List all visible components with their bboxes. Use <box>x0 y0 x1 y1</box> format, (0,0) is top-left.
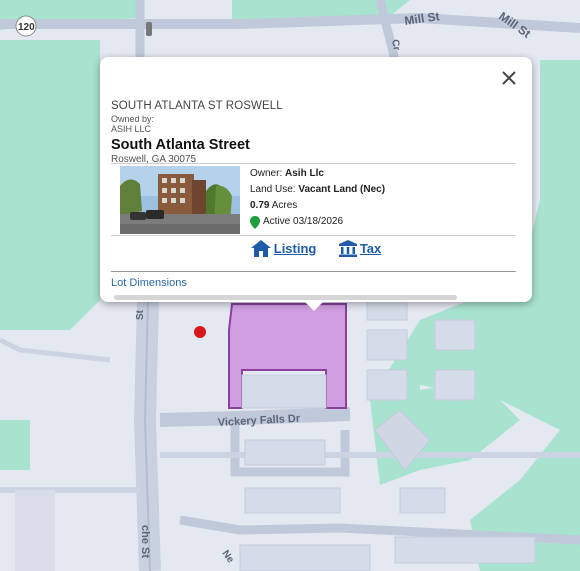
owner-name-small: ASIH LLC <box>111 124 152 134</box>
acres-row: 0.79 Acres <box>250 200 298 211</box>
property-popup: SOUTH ATLANTA ST ROSWELL Owned by: ASIH … <box>100 57 532 311</box>
che-st-label: che St <box>139 525 151 558</box>
owner-row: Owner: Asih Llc <box>250 168 324 179</box>
divider <box>111 235 516 236</box>
popup-pointer <box>304 301 324 311</box>
popup-links: Listing Tax <box>100 240 532 262</box>
location-pin-icon <box>250 215 260 229</box>
owned-by-label: Owned by: <box>111 114 155 124</box>
land-use-row: Land Use: Vacant Land (Nec) <box>250 184 386 195</box>
street-label: St <box>135 309 146 320</box>
tax-link[interactable]: Tax <box>338 240 381 257</box>
horizontal-scrollbar[interactable] <box>114 295 457 300</box>
divider <box>111 271 516 272</box>
property-photo[interactable] <box>120 166 240 234</box>
cross-street-label: Cr <box>389 39 402 52</box>
home-icon <box>250 240 271 257</box>
popup-header: SOUTH ATLANTA ST ROSWELL Owned by: ASIH … <box>111 100 516 165</box>
status-row: Active 03/18/2026 <box>250 214 385 230</box>
address-line: SOUTH ATLANTA ST ROSWELL <box>111 100 283 112</box>
divider <box>111 163 516 164</box>
owner-value: Asih Llc <box>285 168 324 179</box>
acres-value: 0.79 <box>250 200 270 211</box>
property-details: Owner: Asih Llc Land Use: Vacant Land (N… <box>120 166 516 236</box>
route-120-label: 120 <box>18 22 35 33</box>
street-name: South Atlanta Street <box>111 137 250 153</box>
lot-dimensions-link[interactable]: Lot Dimensions <box>111 277 187 289</box>
status-text: Active 03/18/2026 <box>263 216 344 227</box>
bank-icon <box>338 240 357 257</box>
listing-link[interactable]: Listing <box>250 240 316 257</box>
land-use-value: Vacant Land (Nec) <box>298 184 386 195</box>
property-info: Owner: Asih Llc Land Use: Vacant Land (N… <box>250 166 385 230</box>
close-icon[interactable] <box>500 69 518 87</box>
